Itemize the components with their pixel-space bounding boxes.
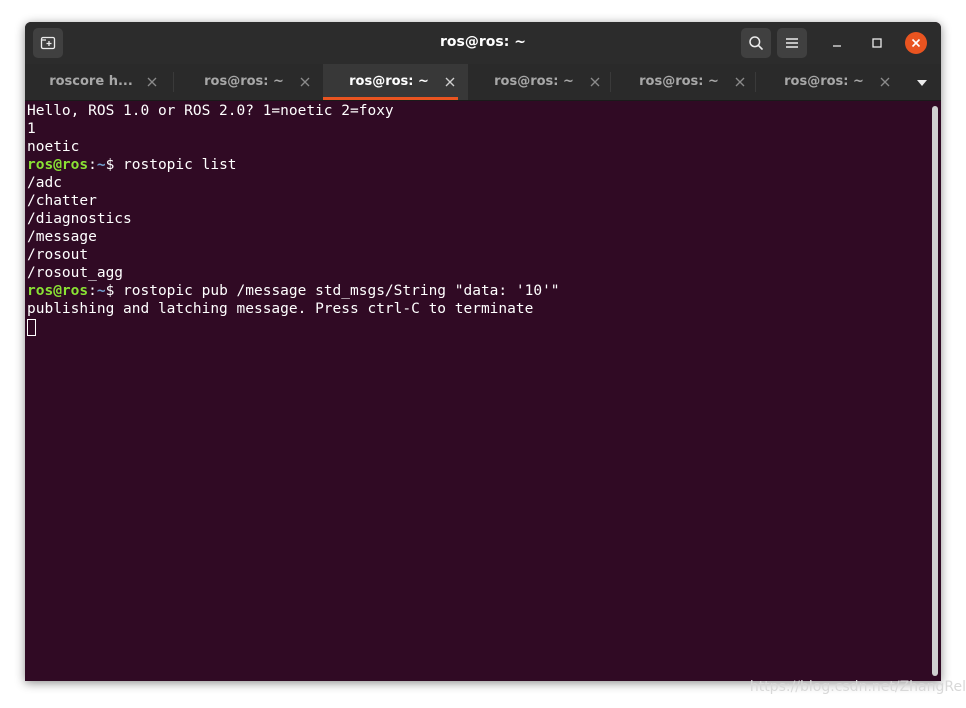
prompt-user: ros@ros: [27, 157, 89, 173]
tab-label: roscore h...: [49, 74, 133, 89]
tab-close-icon[interactable]: [733, 75, 747, 89]
tab-4[interactable]: ros@ros: ~: [468, 64, 613, 100]
tab-label: ros@ros: ~: [204, 74, 284, 89]
prompt-command: $ rostopic pub /message std_msgs/String …: [105, 283, 560, 299]
prompt-command: $ rostopic list: [105, 157, 237, 173]
tab-divider: [610, 72, 611, 92]
terminal-line: Hello, ROS 1.0 or ROS 2.0? 1=noetic 2=fo…: [27, 103, 394, 119]
hamburger-menu-icon: [786, 38, 798, 48]
prompt-path: ~: [96, 157, 106, 173]
tab-1[interactable]: roscore h...: [25, 64, 170, 100]
prompt-colon: :: [88, 283, 97, 299]
terminal-line: /message: [27, 229, 97, 245]
tab-2[interactable]: ros@ros: ~: [178, 64, 323, 100]
prompt-path: ~: [96, 283, 106, 299]
tab-3-active[interactable]: ros@ros: ~: [323, 64, 468, 100]
tab-label: ros@ros: ~: [784, 74, 864, 89]
tab-close-icon[interactable]: [588, 75, 602, 89]
minimize-icon: [833, 45, 841, 47]
tab-6[interactable]: ros@ros: ~: [758, 64, 903, 100]
scrollbar-thumb[interactable]: [932, 106, 938, 676]
terminal-line: noetic: [27, 139, 80, 155]
maximize-button[interactable]: [867, 33, 887, 53]
tab-5[interactable]: ros@ros: ~: [613, 64, 758, 100]
tab-bar: roscore h... ros@ros: ~ ros@ros: ~ ros@r…: [25, 64, 941, 101]
maximize-icon: [872, 38, 882, 48]
terminal-line: /diagnostics: [27, 211, 132, 227]
minimize-button[interactable]: [827, 33, 847, 53]
tab-close-icon[interactable]: [298, 75, 312, 89]
title-bar[interactable]: ros@ros: ~: [25, 22, 941, 65]
terminal-line: /rosout_agg: [27, 265, 124, 281]
search-icon: [749, 36, 763, 50]
terminal-window: ros@ros: ~ roscore h... ros@ros: ~ ros@r…: [25, 22, 941, 681]
tab-close-icon[interactable]: [878, 75, 892, 89]
tab-label: ros@ros: ~: [349, 74, 429, 89]
close-icon: [911, 38, 921, 48]
prompt-user: ros@ros: [27, 283, 89, 299]
terminal-output[interactable]: Hello, ROS 1.0 or ROS 2.0? 1=noetic 2=fo…: [25, 101, 929, 681]
tab-list-dropdown-icon[interactable]: [915, 78, 929, 88]
tab-close-icon[interactable]: [443, 75, 457, 89]
tab-divider: [173, 72, 174, 92]
active-tab-indicator: [323, 97, 458, 100]
terminal-prompt-line: ros@ros:~$ rostopic pub /message std_msg…: [27, 282, 560, 300]
terminal-cursor: [27, 319, 36, 336]
watermark-text: https://blog.csdn.net/ZhangRel: [749, 679, 966, 695]
tab-divider: [755, 72, 756, 92]
terminal-line: /chatter: [27, 193, 97, 209]
tab-close-icon[interactable]: [145, 75, 159, 89]
close-window-button[interactable]: [905, 32, 927, 54]
menu-button[interactable]: [777, 28, 807, 58]
tab-label: ros@ros: ~: [639, 74, 719, 89]
terminal-prompt-line: ros@ros:~$ rostopic list: [27, 156, 237, 174]
prompt-colon: :: [88, 157, 97, 173]
terminal-scrollbar[interactable]: [929, 101, 941, 681]
tab-label: ros@ros: ~: [494, 74, 574, 89]
terminal-line: 1: [27, 121, 36, 137]
terminal-line: publishing and latching message. Press c…: [27, 301, 534, 317]
terminal-line: /adc: [27, 175, 62, 191]
terminal-line: /rosout: [27, 247, 89, 263]
search-button[interactable]: [741, 28, 771, 58]
